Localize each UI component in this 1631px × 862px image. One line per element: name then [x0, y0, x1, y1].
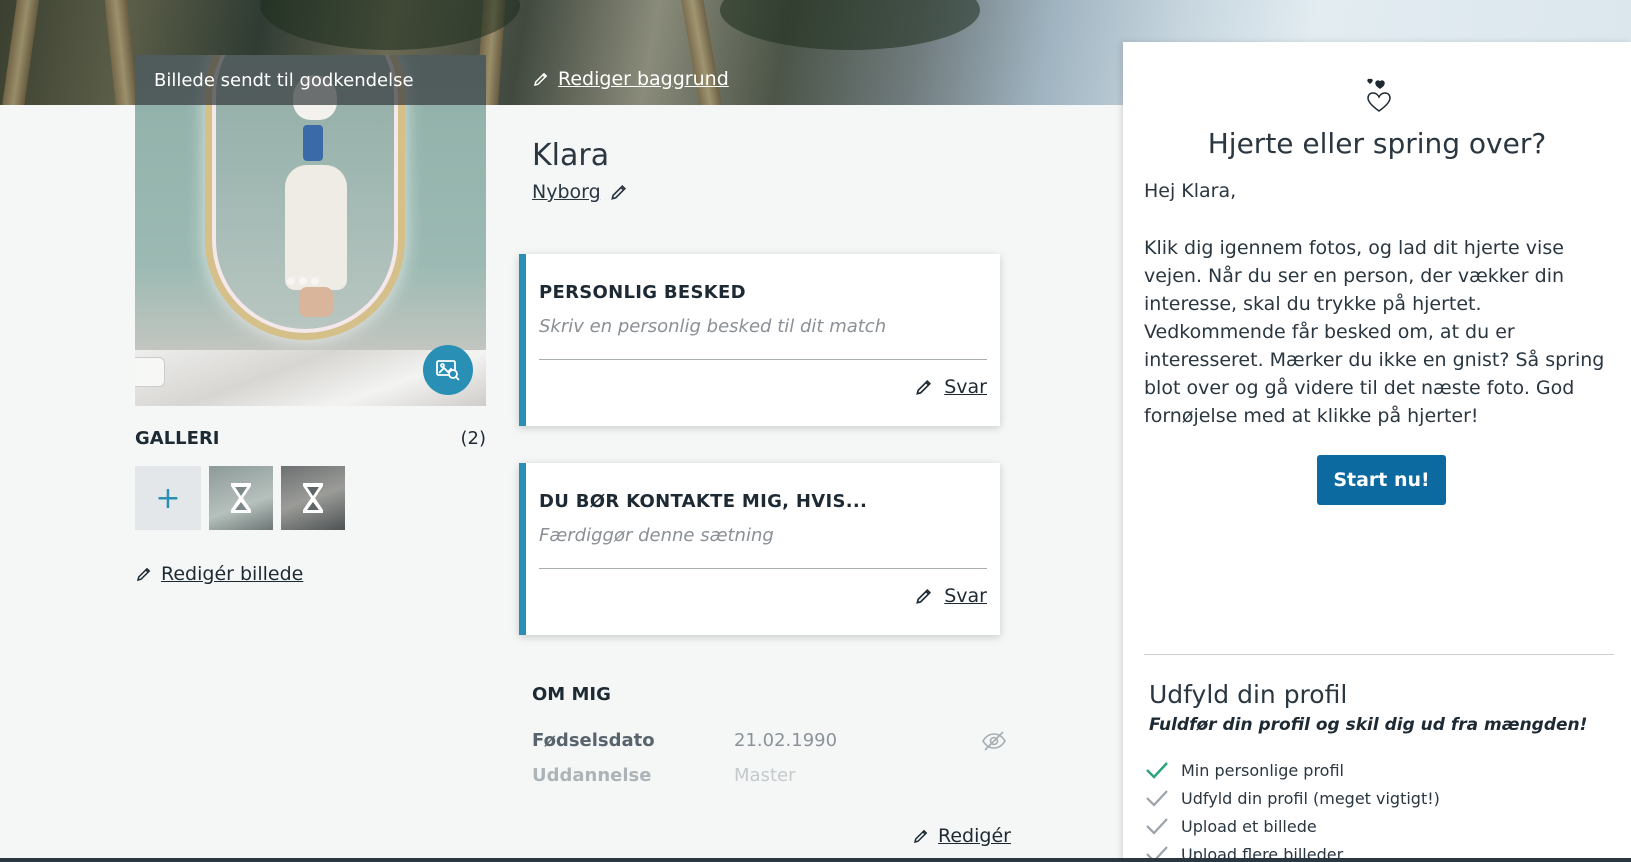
divider	[539, 359, 987, 360]
pencil-icon	[913, 829, 928, 844]
check-icon	[1146, 790, 1168, 807]
eye-slash-icon[interactable]	[981, 730, 1007, 752]
panel-greeting: Hej Klara,	[1144, 180, 1237, 202]
checklist-item[interactable]: Min personlige profil	[1145, 756, 1440, 784]
gallery-thumbnail[interactable]	[281, 466, 345, 530]
edit-photo-label: Redigér billede	[161, 563, 304, 585]
gallery-thumbnail[interactable]	[209, 466, 273, 530]
divider	[1144, 654, 1614, 655]
plus-icon: +	[155, 480, 181, 516]
panel-title: Hjerte eller spring over?	[1207, 127, 1547, 160]
side-panel: Hjerte eller spring over? Hej Klara, Kli…	[1123, 42, 1631, 862]
question-card-contact-me-if: DU BØR KONTAKTE MIG, HVIS... Færdiggør d…	[519, 463, 1000, 635]
approval-banner: Billede sendt til godkendelse	[135, 55, 486, 105]
about-label: Uddannelse	[532, 765, 652, 786]
question-title: PERSONLIG BESKED	[539, 282, 746, 303]
palm-trunk	[102, 0, 140, 105]
gallery-header: GALLERI (2)	[135, 428, 486, 449]
profile-name: Klara	[532, 138, 610, 173]
gallery-count: (2)	[460, 428, 487, 449]
hourglass-icon	[303, 483, 323, 513]
window-bottom-edge	[0, 858, 1631, 862]
start-button[interactable]: Start nu!	[1317, 455, 1446, 505]
image-search-icon	[436, 360, 460, 381]
edit-photo-link[interactable]: Redigér billede	[135, 563, 303, 585]
about-value: 21.02.1990	[734, 730, 838, 751]
about-value: Master	[734, 765, 796, 786]
edit-city-link[interactable]: Nyborg	[532, 181, 629, 203]
checklist-label: Upload et billede	[1181, 816, 1317, 836]
profile-completion-subtitle: Fuldfør din profil og skil dig ud fra mæ…	[1149, 715, 1588, 735]
pencil-icon	[610, 184, 626, 200]
about-title: OM MIG	[532, 684, 611, 705]
change-photo-button[interactable]	[423, 345, 473, 395]
pencil-icon	[533, 72, 548, 87]
question-card-personal-message: PERSONLIG BESKED Skriv en personlig besk…	[519, 254, 1000, 426]
checklist-label: Min personlige profil	[1181, 760, 1344, 780]
answer-button[interactable]: Svar	[914, 376, 987, 398]
gallery-thumbnails: +	[135, 466, 345, 530]
pencil-icon	[916, 588, 932, 604]
add-photo-button[interactable]: +	[135, 466, 201, 530]
hourglass-icon	[231, 483, 251, 513]
edit-about-link[interactable]: Redigér	[912, 825, 1011, 847]
checklist-item[interactable]: Udfyld din profil (meget vigtigt!)	[1145, 784, 1440, 812]
question-title: DU BØR KONTAKTE MIG, HVIS...	[539, 491, 868, 512]
photo-dots	[287, 277, 319, 285]
divider	[539, 568, 987, 569]
about-row: Uddannelse Master	[532, 765, 1007, 786]
edit-background-link[interactable]: Rediger baggrund	[532, 68, 729, 90]
profile-completion-title: Udfyld din profil	[1149, 680, 1348, 709]
check-icon	[1146, 818, 1168, 835]
hearts-icon	[1367, 78, 1391, 112]
checklist-item[interactable]: Upload et billede	[1145, 812, 1440, 840]
question-placeholder[interactable]: Skriv en personlig besked til dit match	[539, 316, 886, 337]
edit-about-label: Redigér	[938, 825, 1011, 847]
about-row: Fødselsdato 21.02.1990	[532, 730, 1007, 751]
palm-leaf	[720, 0, 980, 50]
palm-trunk	[0, 0, 42, 105]
gallery-title: GALLERI	[135, 428, 220, 449]
checklist-label: Udfyld din profil (meget vigtigt!)	[1181, 788, 1440, 808]
about-label: Fødselsdato	[532, 730, 655, 751]
answer-button[interactable]: Svar	[914, 585, 987, 607]
profile-checklist: Min personlige profil Udfyld din profil …	[1145, 756, 1440, 862]
question-placeholder[interactable]: Færdiggør denne sætning	[539, 525, 774, 546]
answer-label: Svar	[944, 585, 987, 607]
photo-outlet	[135, 357, 165, 387]
approval-text: Billede sendt til godkendelse	[154, 69, 414, 91]
profile-city: Nyborg	[532, 181, 601, 203]
pencil-icon	[916, 379, 932, 395]
check-icon	[1146, 762, 1168, 779]
pencil-icon	[136, 567, 151, 582]
panel-body: Klik dig igennem fotos, og lad dit hjert…	[1144, 237, 1605, 427]
answer-label: Svar	[944, 376, 987, 398]
edit-background-label: Rediger baggrund	[558, 68, 729, 90]
